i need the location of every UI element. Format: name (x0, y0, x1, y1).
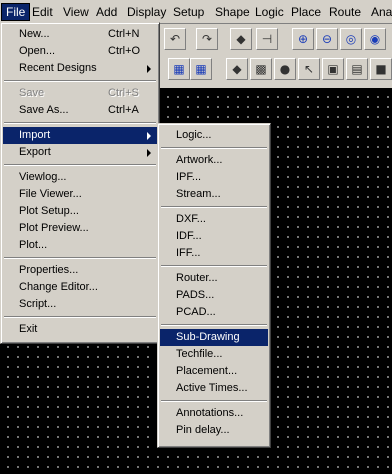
menu-view[interactable]: View (59, 3, 93, 21)
menu-shape[interactable]: Shape (211, 3, 254, 21)
toggle-icon-1[interactable]: ▦ (168, 58, 190, 80)
menu-place[interactable]: Place (287, 3, 325, 21)
menu-item-recent-designs[interactable]: Recent Designs (3, 60, 157, 77)
menu-item-change-editor[interactable]: Change Editor... (3, 279, 157, 296)
menu-logic[interactable]: Logic (251, 3, 288, 21)
zoom-in-icon[interactable]: ⊕ (292, 28, 314, 50)
menu-separator (160, 397, 268, 405)
menu-item-viewlog[interactable]: Viewlog... (3, 169, 157, 186)
submenu-arrow-icon (147, 149, 151, 157)
menu-item-script[interactable]: Script... (3, 296, 157, 313)
undo-icon[interactable]: ↶ (164, 28, 186, 50)
menu-separator (160, 321, 268, 329)
zoom-previous-icon[interactable]: ◉ (364, 28, 386, 50)
pin-icon[interactable]: ⊣ (256, 28, 278, 50)
menu-item-plot[interactable]: Plot... (3, 237, 157, 254)
menu-route[interactable]: Route (325, 3, 365, 21)
menu-file[interactable]: File (1, 3, 31, 21)
menu-edit[interactable]: Edit (28, 3, 57, 21)
zoom-world-icon[interactable]: ▤ (346, 58, 368, 80)
menu-analyze[interactable]: Anal (367, 3, 392, 21)
redo-icon[interactable]: ↷ (196, 28, 218, 50)
import-item-stream[interactable]: Stream... (160, 186, 268, 203)
menu-item-export[interactable]: Export (3, 144, 157, 161)
menu-separator (3, 313, 157, 321)
import-item-logic[interactable]: Logic... (160, 127, 268, 144)
submenu-arrow-icon (147, 65, 151, 73)
menu-display[interactable]: Display (123, 3, 170, 21)
import-item-router[interactable]: Router... (160, 270, 268, 287)
select-icon[interactable]: ↖ (298, 58, 320, 80)
menu-item-open[interactable]: Open... Ctrl+O (3, 43, 157, 60)
import-item-placement[interactable]: Placement... (160, 363, 268, 380)
cross-probe-icon[interactable]: ◆ (230, 28, 252, 50)
menu-bar: File Edit View Add Display Setup Shape L… (0, 0, 392, 24)
menu-separator (3, 77, 157, 85)
import-item-pcad[interactable]: PCAD... (160, 304, 268, 321)
import-item-ipf[interactable]: IPF... (160, 169, 268, 186)
file-menu: New... Ctrl+N Open... Ctrl+O Recent Design… (0, 22, 160, 344)
menu-setup[interactable]: Setup (169, 3, 208, 21)
menu-separator (3, 254, 157, 262)
circle-icon[interactable]: ● (274, 58, 296, 80)
menu-item-plot-setup[interactable]: Plot Setup... (3, 203, 157, 220)
grid-icon[interactable]: ▩ (250, 58, 272, 80)
menu-separator (3, 119, 157, 127)
import-item-iff[interactable]: IFF... (160, 245, 268, 262)
import-item-artwork[interactable]: Artwork... (160, 152, 268, 169)
menu-separator (3, 161, 157, 169)
toggle-icon-2[interactable]: ▦ (190, 58, 212, 80)
menu-item-save-as[interactable]: Save As... Ctrl+A (3, 102, 157, 119)
import-item-pin-delay[interactable]: Pin delay... (160, 422, 268, 439)
menu-item-save: Save Ctrl+S (19, 87, 139, 99)
submenu-arrow-icon (147, 132, 151, 140)
import-item-sub-drawing[interactable]: Sub-Drawing (160, 329, 268, 346)
menu-item-exit[interactable]: Exit (3, 321, 157, 338)
import-item-idf[interactable]: IDF... (160, 228, 268, 245)
menu-item-import[interactable]: Import (3, 127, 157, 144)
import-item-dxf[interactable]: DXF... (160, 211, 268, 228)
menu-item-plot-preview[interactable]: Plot Preview... (3, 220, 157, 237)
menu-item-file-viewer[interactable]: File Viewer... (3, 186, 157, 203)
move-icon[interactable]: ▣ (322, 58, 344, 80)
menu-item-new[interactable]: New... Ctrl+N (3, 26, 157, 43)
menu-separator (160, 144, 268, 152)
menu-add[interactable]: Add (92, 3, 121, 21)
import-item-techfile[interactable]: Techfile... (160, 346, 268, 363)
import-item-annotations[interactable]: Annotations... (160, 405, 268, 422)
import-submenu: Logic... Artwork... IPF... Stream... DXF… (157, 123, 271, 448)
zoom-fit-icon[interactable]: ◎ (340, 28, 362, 50)
stop-icon[interactable]: ■ (370, 58, 392, 80)
menu-item-properties[interactable]: Properties... (3, 262, 157, 279)
menu-separator (160, 203, 268, 211)
diamond-icon[interactable]: ◆ (226, 58, 248, 80)
zoom-out-icon[interactable]: ⊖ (316, 28, 338, 50)
import-item-active-times[interactable]: Active Times... (160, 380, 268, 397)
import-item-pads[interactable]: PADS... (160, 287, 268, 304)
menu-separator (160, 262, 268, 270)
